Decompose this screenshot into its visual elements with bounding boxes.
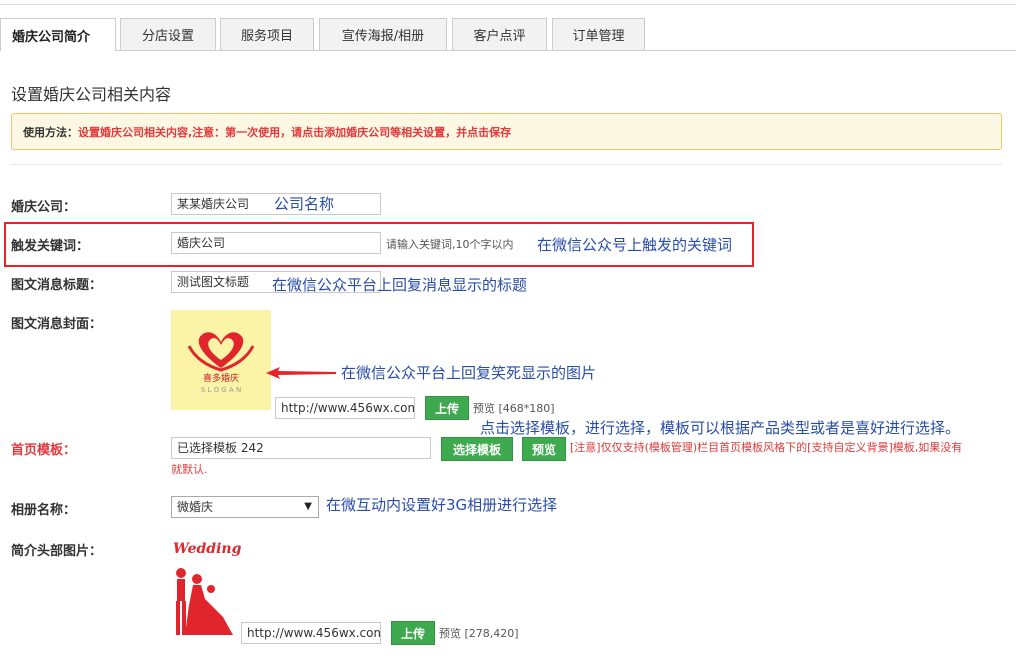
dropdown-arrow-icon: ▼ xyxy=(304,501,312,512)
select-template-button[interactable]: 选择模板 xyxy=(441,437,513,461)
tab-order-management[interactable]: 订单管理 xyxy=(552,18,645,50)
slogan-text: S L O G A N xyxy=(201,386,241,394)
template-tip: [注意]仅仅支持(模板管理)栏目首页模板风格下的[支持自定义背景]模板,如果没有 xyxy=(570,441,963,454)
cover-preview-link[interactable]: 预览 xyxy=(473,402,495,415)
keyword-input[interactable]: 婚庆公司 xyxy=(171,232,381,254)
tab-posters-albums[interactable]: 宣传海报/相册 xyxy=(319,18,447,50)
tab-branch-settings[interactable]: 分店设置 xyxy=(120,18,216,50)
template-tip-continued: 就默认. xyxy=(171,463,208,476)
arrow-left-icon xyxy=(266,367,336,379)
cover-annotation: 在微信公众平台上回复笑死显示的图片 xyxy=(341,364,597,382)
header-image-size: [278,420] xyxy=(464,627,519,640)
header-image-preview-link[interactable]: 预览 xyxy=(439,627,461,640)
tab-customer-reviews[interactable]: 客户点评 xyxy=(452,18,547,50)
keyword-hint: 请输入关键词,10个字以内 xyxy=(386,238,514,251)
album-selected-value: 微婚庆 xyxy=(177,500,214,514)
company-annotation: 公司名称 xyxy=(274,195,335,213)
template-label: 首页模板： xyxy=(11,443,77,458)
album-label: 相册名称： xyxy=(11,503,77,518)
top-border xyxy=(0,4,1016,5)
tab-company-intro[interactable]: 婚庆公司简介 xyxy=(0,18,116,51)
header-image-label: 简介头部图片： xyxy=(11,544,103,559)
keyword-annotation: 在微信公众号上触发的关键词 xyxy=(537,236,733,254)
news-title-annotation: 在微信公众平台上回复消息显示的标题 xyxy=(272,276,528,294)
cover-size: [468*180] xyxy=(498,402,555,415)
header-image-upload-button[interactable]: 上传 xyxy=(391,621,435,645)
notice-text: 设置婚庆公司相关内容,注意：第一次使用，请点击添加婚庆公司等相关设置，并点击保存 xyxy=(78,125,512,139)
wedding-couple-icon xyxy=(176,568,233,635)
header-image-preview-hint: 预览 [278,420] xyxy=(439,625,519,641)
tab-service-items[interactable]: 服务项目 xyxy=(220,18,314,50)
cover-label: 图文消息封面： xyxy=(11,317,103,332)
template-annotation: 点击选择模板，进行选择，模板可以根据产品类型或者是喜好进行选择。 xyxy=(480,419,961,437)
news-title-label: 图文消息标题： xyxy=(11,278,103,293)
logo-text: 喜多婚庆 xyxy=(203,372,239,384)
divider xyxy=(11,164,1002,165)
keyword-label: 触发关键词： xyxy=(11,239,90,254)
usage-notice: 使用方法： 设置婚庆公司相关内容,注意：第一次使用，请点击添加婚庆公司等相关设置… xyxy=(11,113,1002,150)
notice-label: 使用方法： xyxy=(23,125,78,139)
wedding-text: Wedding xyxy=(173,541,241,557)
album-select[interactable]: 微婚庆 ▼ xyxy=(171,496,319,518)
tab-baseline xyxy=(0,50,1016,51)
cover-url-input[interactable]: http://www.456wx.com, xyxy=(275,397,415,419)
album-annotation: 在微互动内设置好3G相册进行选择 xyxy=(326,496,558,514)
template-input[interactable]: 已选择模板 242 xyxy=(171,437,431,459)
tab-bar: 婚庆公司简介 分店设置 服务项目 宣传海报/相册 客户点评 订单管理 xyxy=(0,18,1016,51)
header-image-url-input[interactable]: http://www.456wx.com, xyxy=(241,622,381,644)
company-label: 婚庆公司： xyxy=(11,200,77,215)
wedding-script-icon: Wedding xyxy=(173,541,241,557)
cover-upload-button[interactable]: 上传 xyxy=(425,396,469,420)
section-title: 设置婚庆公司相关内容 xyxy=(11,85,172,104)
template-preview-button[interactable]: 预览 xyxy=(522,437,566,461)
heart-logo-icon: 喜多婚庆 S L O G A N xyxy=(187,332,255,394)
cover-preview-hint: 预览 [468*180] xyxy=(473,400,555,416)
cover-image: 喜多婚庆 S L O G A N xyxy=(171,310,271,410)
